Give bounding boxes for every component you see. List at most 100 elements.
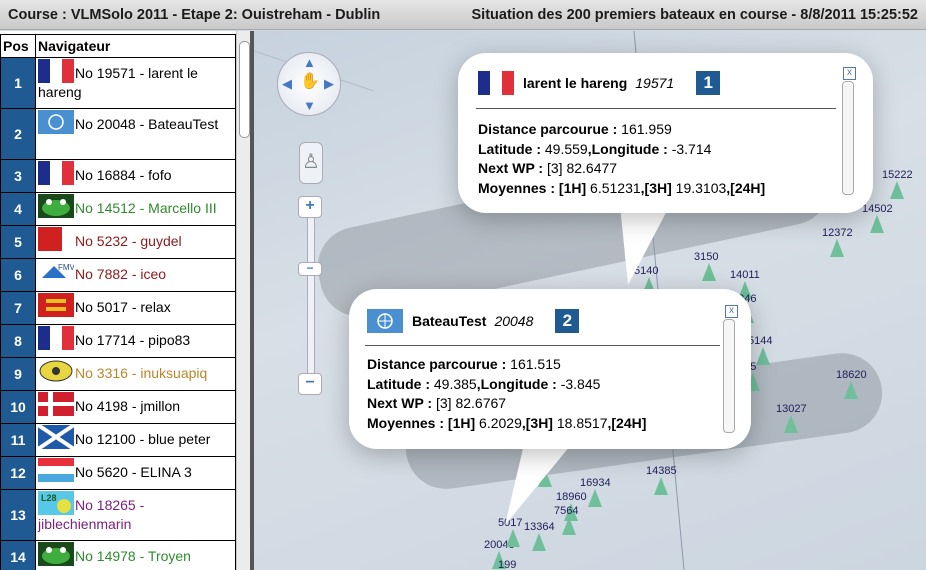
navigator-cell[interactable]: No 4198 - jmillon [35,390,236,424]
fmv-flag-icon: FMV [38,260,76,284]
table-row[interactable]: 4 No 14512 - Marcello III [0,192,236,226]
navigator-cell[interactable]: FMV No 7882 - iceo [35,258,236,292]
table-row[interactable]: 1 No 19571 - larent le hareng [0,57,236,109]
table-row[interactable]: 13 L28 No 18265 - jiblechienmarin [0,489,236,541]
ranking-header-row: Pos Navigateur [0,34,236,58]
table-row[interactable]: 3 No 16884 - fofo [0,159,236,193]
navigator-name[interactable]: No 5232 - guydel [75,233,182,249]
table-row[interactable]: 6 FMV No 7882 - iceo [0,258,236,292]
zoom-slider-handle[interactable]: − [298,262,322,276]
boat-marker-icon[interactable] [654,477,668,495]
popup-2-scrollbar[interactable] [723,319,735,433]
navigator-cell[interactable]: No 17714 - pipo83 [35,324,236,358]
navigator-name[interactable]: No 5620 - ELINA 3 [75,464,192,480]
zoom-out-button[interactable]: − [298,373,322,395]
boat-marker-icon[interactable] [870,215,884,233]
navigator-cell[interactable]: No 5017 - relax [35,291,236,325]
boat-label[interactable]: 15222 [882,169,913,181]
boat-label[interactable]: 14011 [730,269,760,281]
navigator-cell[interactable]: No 5620 - ELINA 3 [35,456,236,490]
boat-label[interactable]: 199 [498,559,516,570]
table-row[interactable]: 5 No 5232 - guydel [0,225,236,259]
navigator-cell[interactable]: No 16884 - fofo [35,159,236,193]
navigator-cell[interactable]: No 19571 - larent le hareng [35,57,236,109]
popup-2-id: 20048 [494,313,534,329]
navigator-cell[interactable]: No 20048 - BateauTest [35,108,236,160]
popup-2-lat: 49.385 [433,375,477,392]
table-row[interactable]: 2 No 20048 - BateauTest [0,108,236,160]
column-header-pos: Pos [0,34,36,58]
popup-1-id: 19571 [635,75,675,91]
boat-label[interactable]: 13027 [776,403,807,415]
pan-down-icon[interactable]: ▼ [303,99,316,112]
popup-2-wp: [3] 82.6767 [435,395,507,411]
pan-control[interactable]: ▲ ▼ ◀ ▶ ✋ [277,52,341,116]
un-flag-icon [367,309,403,333]
boat-label[interactable]: 14502 [862,203,893,215]
boat-label[interactable]: 14385 [646,465,677,477]
zoom-in-button[interactable]: + [298,196,322,218]
boat-label[interactable]: 5144 [748,335,772,347]
rank-position: 11 [0,423,36,457]
table-row[interactable]: 12 No 5620 - ELINA 3 [0,456,236,490]
navigator-cell[interactable]: No 3316 - inuksuapiq [35,357,236,391]
table-row[interactable]: 9 No 3316 - inuksuapiq [0,357,236,391]
street-view-pegman-icon[interactable]: ♙ [299,142,323,184]
rank-position: 2 [0,108,36,160]
ranking-panel: Pos Navigateur 1 No 19571 - larent le har… [0,31,250,570]
rank-position: 8 [0,324,36,358]
boat-marker-icon[interactable] [756,347,770,365]
navigator-name[interactable]: No 14512 - Marcello III [75,200,217,216]
boat-marker-icon[interactable] [784,415,798,433]
navigator-cell[interactable]: No 5232 - guydel [35,225,236,259]
popup-2-close-icon[interactable]: x [725,305,738,318]
boat-marker-icon[interactable] [844,381,858,399]
boat-label[interactable]: 18620 [836,369,867,381]
title-bar: Course : VLMSolo 2011 - Etape 2: Ouistre… [0,0,926,30]
navigator-name[interactable]: No 4198 - jmillon [75,398,180,414]
boat-label[interactable]: 12372 [822,227,853,239]
boat-marker-icon[interactable] [830,239,844,257]
popup-2-tail [505,440,575,525]
popup-2-info: Distance parcourue : 161.515 Latitude : … [367,356,647,431]
boat-marker-icon[interactable] [890,181,904,199]
rank-position: 14 [0,540,36,570]
rank-position: 6 [0,258,36,292]
rank-position: 1 [0,57,36,109]
navigator-cell[interactable]: No 14978 - Troyen [35,540,236,570]
navigator-name[interactable]: No 14978 - Troyen [75,548,191,564]
navigator-cell[interactable]: No 12100 - blue peter [35,423,236,457]
rank-position: 5 [0,225,36,259]
navigator-cell[interactable]: No 14512 - Marcello III [35,192,236,226]
zoom-slider-track[interactable] [307,216,315,378]
pan-left-icon[interactable]: ◀ [282,77,292,90]
table-row[interactable]: 11 No 12100 - blue peter [0,423,236,457]
france-flag-icon [38,326,74,350]
popup-1-lon: -3.714 [671,140,712,157]
navigator-name[interactable]: No 12100 - blue peter [75,431,210,447]
pan-up-icon[interactable]: ▲ [303,56,316,69]
navigator-name[interactable]: No 17714 - pipo83 [75,332,190,348]
navigator-name[interactable]: No 7882 - iceo [75,266,166,282]
navigator-name[interactable]: No 16884 - fofo [75,167,172,183]
ranking-scrollbar[interactable] [236,31,250,570]
table-row[interactable]: 8 No 17714 - pipo83 [0,324,236,358]
rank-position: 3 [0,159,36,193]
red-flag-icon [38,227,74,251]
popup-2-name: BateauTest [412,313,487,329]
navigator-cell[interactable]: L28 No 18265 - jiblechienmarin [35,489,236,541]
scrollbar-thumb[interactable] [239,41,250,138]
boat-popup-1: larent le hareng 19571 1 Distance parcou… [458,53,873,213]
navigator-name[interactable]: No 3316 - inuksuapiq [75,365,207,381]
popup-1-scrollbar[interactable] [842,81,854,195]
pan-right-icon[interactable]: ▶ [324,77,334,90]
table-row[interactable]: 7 No 5017 - relax [0,291,236,325]
navigator-name[interactable]: No 20048 - BateauTest [75,116,218,132]
popup-1-info: Distance parcourue : 161.959 Latitude : … [478,121,766,196]
popup-1-close-icon[interactable]: x [843,67,856,80]
rank-position: 13 [0,489,36,541]
navigator-name[interactable]: No 5017 - relax [75,299,171,315]
table-row[interactable]: 10 No 4198 - jmillon [0,390,236,424]
rank-position: 4 [0,192,36,226]
table-row[interactable]: 14 No 14978 - Troyen [0,540,236,570]
